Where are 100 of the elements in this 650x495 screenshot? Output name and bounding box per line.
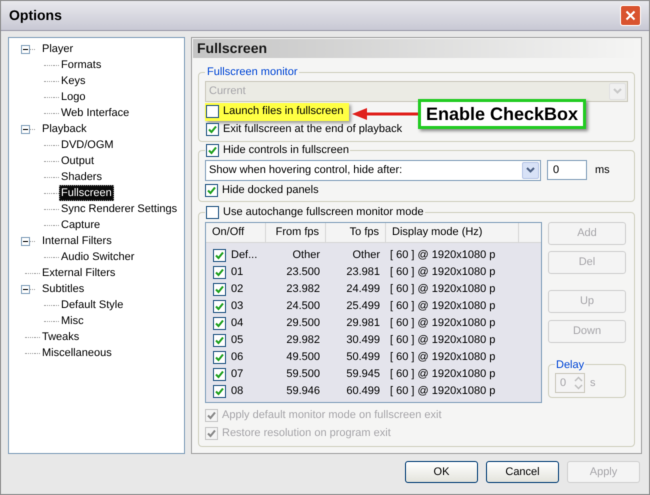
checkbox[interactable]	[213, 368, 226, 380]
checkbox[interactable]	[206, 123, 219, 136]
table-cell-text: [ 60 ] @ 1920x1080 p	[389, 316, 496, 331]
table-cell-text: 23.982	[285, 282, 321, 297]
collapse-icon[interactable]	[21, 236, 30, 246]
checkbox[interactable]	[213, 300, 226, 312]
unit-label: s	[590, 376, 596, 391]
checkbox[interactable]	[213, 248, 226, 262]
table-cell-text: 23.981	[345, 264, 381, 280]
group-label: Delay	[555, 358, 586, 372]
check-icon	[208, 146, 217, 155]
table-cell-text: [ 60 ] @ 1920x1080 p	[389, 248, 496, 263]
table-cell-text: 50.499	[345, 350, 381, 365]
checkbox[interactable]	[213, 384, 226, 398]
table-cell-text: 03	[231, 298, 244, 314]
table-cell-text: Other	[351, 248, 381, 263]
table-cell-text: [ 60 ] @ 1920x1080 p	[389, 332, 496, 348]
spin-arrows-icon	[573, 375, 584, 391]
collapse-icon[interactable]	[21, 124, 30, 134]
table-cell-text: 23.500	[285, 264, 321, 280]
close-icon	[625, 10, 636, 21]
checkbox-label: Restore resolution on program exit	[222, 426, 391, 442]
table-cell-text: [ 60 ] @ 1920x1080 p	[389, 366, 496, 382]
checkbox[interactable]	[206, 144, 219, 157]
table-cell-text: 59.945	[345, 366, 381, 382]
table-cell-text: 24.499	[345, 282, 381, 297]
table-cell-text: 60.499	[345, 384, 381, 399]
check-icon	[207, 186, 216, 195]
table-cell-text: [ 60 ] @ 1920x1080 p	[389, 264, 496, 280]
table-cell-text: Def...	[231, 248, 258, 263]
table-cell-text: Other	[291, 248, 321, 263]
table-cell-text: [ 60 ] @ 1920x1080 p	[389, 298, 496, 314]
column-header[interactable]: From fps	[266, 222, 326, 242]
table-cell-text: 49.500	[285, 350, 321, 365]
tree-item[interactable]: Capture	[59, 217, 102, 233]
table-cell-text: [ 60 ] @ 1920x1080 p	[389, 350, 496, 365]
delay-field[interactable]: 0	[547, 160, 587, 180]
window-title: Options	[9, 6, 62, 25]
table-cell-text: 01	[231, 264, 244, 280]
tree-item[interactable]: Output	[59, 153, 96, 169]
button[interactable]: Cancel	[486, 461, 559, 483]
checkbox[interactable]	[213, 282, 226, 296]
table-cell-text: [ 60 ] @ 1920x1080 p	[389, 384, 496, 399]
table-cell-text: 29.982	[285, 332, 321, 348]
unit-label: ms	[595, 162, 610, 178]
hide-mode-dropdown[interactable]: Show when hovering control, hide after:	[205, 160, 541, 180]
tree-item[interactable]: Player	[40, 41, 76, 57]
table-cell-text: 24.500	[285, 298, 321, 314]
checkbox[interactable]	[206, 105, 219, 118]
tree-item[interactable]: Formats	[59, 57, 104, 73]
tree-item[interactable]: DVD/OGM	[59, 137, 116, 153]
checkbox-label: Launch files in fullscreen	[223, 104, 344, 120]
tree-item[interactable]: Logo	[59, 89, 88, 105]
collapse-icon[interactable]	[21, 284, 30, 294]
table-cell-text: 29.500	[285, 316, 321, 331]
table-cell-text: 59.500	[285, 366, 321, 382]
tree-item[interactable]: Web Interface	[59, 105, 132, 121]
check-icon	[208, 125, 217, 134]
tree-item[interactable]: Keys	[59, 73, 88, 89]
table-cell-text: 08	[231, 384, 244, 399]
button[interactable]: OK	[405, 461, 478, 483]
tree-item[interactable]: External Filters	[40, 265, 118, 281]
tree-item[interactable]: Audio Switcher	[59, 249, 136, 265]
table-cell-text: 30.499	[345, 332, 381, 348]
checkbox-label: Exit fullscreen at the end of playback	[223, 122, 402, 138]
tree-item[interactable]: Sync Renderer Settings	[59, 201, 180, 217]
table-cell-text: 02	[231, 282, 244, 297]
table-cell-text: 05	[231, 332, 244, 348]
checkbox[interactable]	[213, 334, 226, 346]
checkbox-label: Use autochange fullscreen monitor mode	[223, 205, 424, 220]
panel-title: Fullscreen	[197, 39, 268, 58]
checkbox[interactable]	[205, 184, 218, 197]
table-cell-text: 04	[231, 316, 244, 331]
checkbox[interactable]	[213, 266, 226, 278]
tree-item[interactable]: Shaders	[59, 169, 104, 185]
column-header[interactable]: To fps	[326, 222, 386, 242]
column-header[interactable]: Display mode (Hz)	[386, 222, 519, 242]
checkbox-label: Hide docked panels	[222, 183, 319, 198]
table-cell-text: 29.981	[345, 316, 381, 331]
group-label: Fullscreen monitor	[206, 65, 298, 80]
tree-item[interactable]: Miscellaneous	[40, 345, 114, 361]
tree-item[interactable]: Fullscreen	[59, 185, 114, 201]
tree-item[interactable]: Tweaks	[40, 329, 82, 345]
tree-item[interactable]: Internal Filters	[40, 233, 114, 249]
tree-item[interactable]: Default Style	[59, 297, 126, 313]
tree-item[interactable]: Misc	[59, 313, 86, 329]
arrow-icon	[352, 107, 418, 121]
collapse-icon[interactable]	[21, 44, 30, 54]
column-header[interactable]: On/Off	[206, 222, 266, 242]
annotation-callout: Enable CheckBox	[418, 99, 586, 129]
checkbox[interactable]	[206, 206, 219, 219]
table-cell-text: 06	[231, 350, 244, 365]
tree-item[interactable]: Subtitles	[40, 281, 86, 297]
dropdown-value: Show when hovering control, hide after:	[209, 162, 402, 178]
table-cell-text: 25.499	[345, 298, 381, 314]
close-button[interactable]	[620, 5, 641, 26]
checkbox[interactable]	[213, 350, 226, 364]
tree-item[interactable]: Playback	[40, 121, 89, 137]
checkbox[interactable]	[213, 316, 226, 330]
table-cell-text: 59.946	[285, 384, 321, 399]
